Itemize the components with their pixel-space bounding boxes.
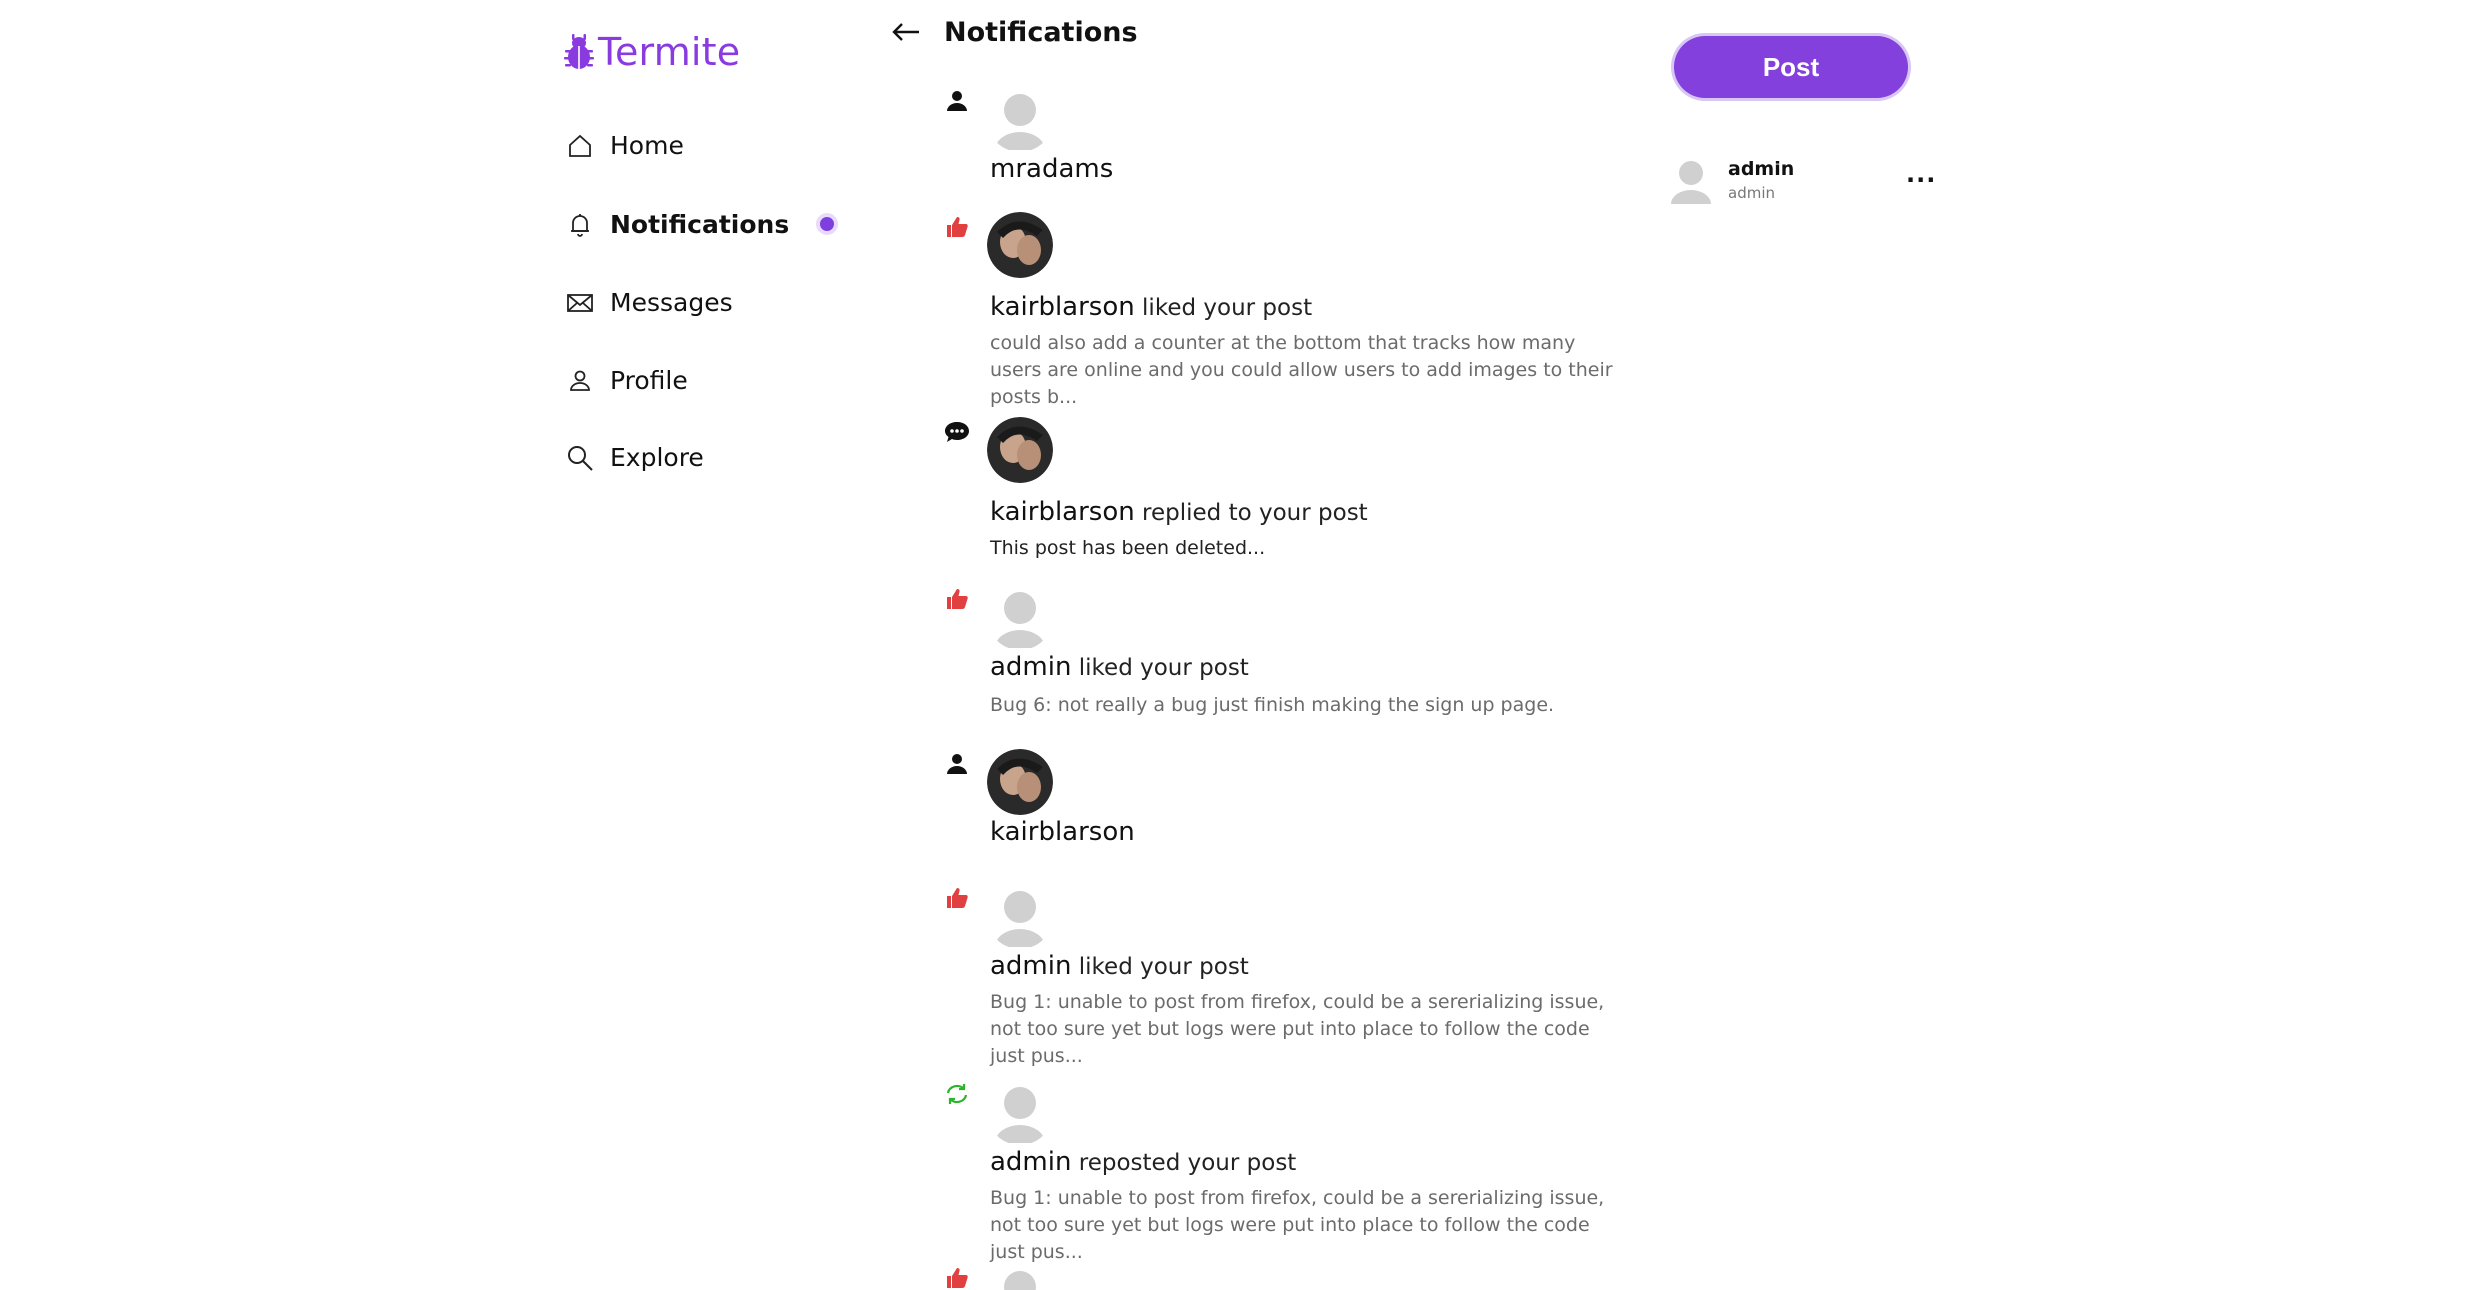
- username-link[interactable]: kairblarson: [990, 817, 1135, 847]
- post-preview[interactable]: Bug 1: unable to post from firefox, coul…: [990, 1185, 1620, 1266]
- avatar[interactable]: [987, 1263, 1053, 1290]
- sidebar-item-notifications[interactable]: Notifications: [566, 210, 789, 239]
- username-link[interactable]: admin: [990, 652, 1071, 682]
- avatar[interactable]: [987, 212, 1053, 278]
- right-panel: Post admin admin ...: [1660, 0, 1980, 1290]
- notification-action: liked your post: [1142, 295, 1313, 321]
- notifications-feed: Notifications mradams kairblarson liked …: [880, 0, 1640, 1290]
- post-preview[interactable]: Bug 6: not really a bug just finish maki…: [990, 692, 1620, 719]
- notification-action: liked your post: [1078, 954, 1249, 980]
- sidebar: Termite Home Notifications Messages Prof…: [556, 0, 856, 1290]
- notification-text: admin liked your post: [990, 951, 1249, 981]
- person-icon: [942, 86, 972, 116]
- sidebar-item-label: Profile: [610, 366, 688, 395]
- more-options-button[interactable]: ...: [1906, 160, 1936, 188]
- notification-action: replied to your post: [1142, 500, 1368, 526]
- thumbs-up-icon: [942, 584, 972, 614]
- thumbs-up-icon: [942, 883, 972, 913]
- post-preview[interactable]: Bug 1: unable to post from firefox, coul…: [990, 989, 1620, 1070]
- sidebar-item-label: Messages: [610, 288, 733, 317]
- avatar[interactable]: [987, 584, 1053, 650]
- username-link[interactable]: kairblarson: [990, 497, 1135, 527]
- notification-text: admin reposted your post: [990, 1147, 1296, 1177]
- bug-logo-icon: [564, 34, 594, 69]
- thumbs-up-icon: [942, 212, 972, 242]
- notification-text: mradams: [990, 154, 1113, 184]
- avatar: [1666, 156, 1716, 206]
- notification-action: liked your post: [1078, 655, 1249, 681]
- logo[interactable]: Termite: [562, 30, 740, 74]
- avatar[interactable]: [987, 86, 1053, 152]
- page-header: Notifications: [880, 10, 1138, 54]
- notification-text: kairblarson liked your post: [990, 292, 1312, 322]
- logo-text: Termite: [598, 30, 741, 74]
- sidebar-item-profile[interactable]: Profile: [566, 366, 688, 395]
- account-handle: admin: [1728, 184, 1775, 202]
- arrow-left-icon: [892, 23, 919, 41]
- avatar[interactable]: [987, 749, 1053, 815]
- sidebar-item-label: Home: [610, 131, 684, 160]
- envelope-icon: [566, 289, 594, 317]
- post-preview[interactable]: This post has been deleted...: [990, 535, 1620, 562]
- app-root: Termite Home Notifications Messages Prof…: [0, 0, 2468, 1290]
- sidebar-item-home[interactable]: Home: [566, 131, 684, 160]
- page-title: Notifications: [944, 16, 1138, 48]
- bell-icon: [566, 211, 594, 239]
- back-button[interactable]: [886, 12, 926, 52]
- person-icon: [566, 367, 594, 395]
- avatar[interactable]: [987, 1079, 1053, 1145]
- post-preview[interactable]: could also add a counter at the bottom t…: [990, 330, 1620, 411]
- avatar[interactable]: [987, 417, 1053, 483]
- speech-bubble-icon: [942, 417, 972, 447]
- post-button[interactable]: Post: [1674, 36, 1908, 98]
- person-icon: [942, 749, 972, 779]
- sidebar-item-explore[interactable]: Explore: [566, 443, 704, 472]
- notification-text: admin liked your post: [990, 652, 1249, 682]
- notification-action: reposted your post: [1078, 1150, 1297, 1176]
- username-link[interactable]: admin: [990, 951, 1071, 981]
- search-icon: [566, 444, 594, 472]
- sidebar-item-messages[interactable]: Messages: [566, 288, 733, 317]
- notification-text: kairblarson replied to your post: [990, 497, 1368, 527]
- username-link[interactable]: admin: [990, 1147, 1071, 1177]
- sidebar-item-label: Explore: [610, 443, 704, 472]
- unread-indicator-dot: [820, 217, 834, 231]
- sidebar-item-label: Notifications: [610, 210, 790, 239]
- account-switcher[interactable]: admin admin ...: [1666, 156, 1936, 206]
- username-link[interactable]: kairblarson: [990, 292, 1135, 322]
- repost-icon: [942, 1079, 972, 1109]
- avatar[interactable]: [987, 883, 1053, 949]
- notification-text: kairblarson: [990, 817, 1135, 847]
- home-icon: [566, 132, 594, 160]
- username-link[interactable]: mradams: [990, 154, 1113, 184]
- account-name: admin: [1728, 158, 1795, 180]
- thumbs-up-icon: [942, 1263, 972, 1290]
